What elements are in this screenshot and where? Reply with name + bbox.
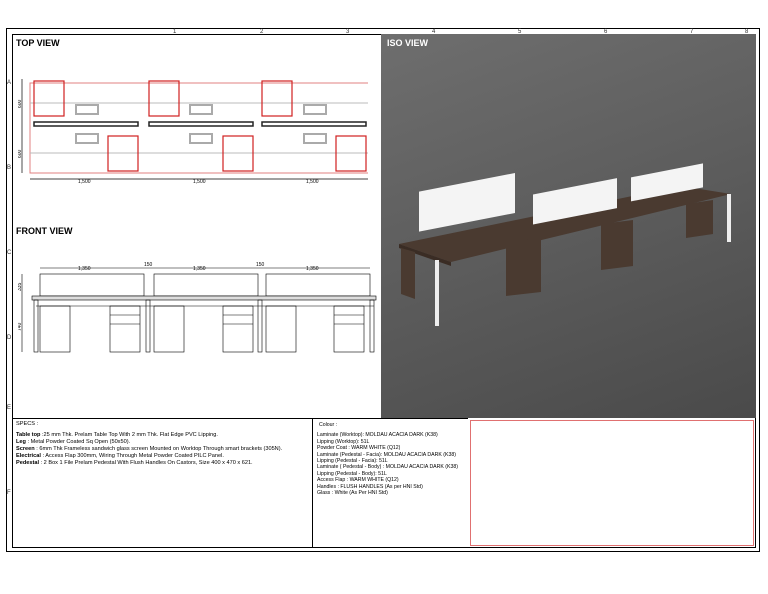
height-dim: 740 <box>18 322 23 331</box>
front-view-title: FRONT VIEW <box>16 226 73 236</box>
iso-view-panel: ISO VIEW <box>381 34 756 418</box>
spec-label: Pedestal <box>16 460 40 466</box>
iso-render <box>399 163 731 326</box>
row-label: B <box>7 165 12 171</box>
front-dim: 1,350 <box>306 266 319 272</box>
depth-dim: 600 <box>18 149 23 158</box>
colour-line: Laminate ( Pedestal - Body) : MOLDAU ACA… <box>317 464 458 471</box>
top-dim: 1,500 <box>78 179 91 185</box>
col-label: 1 <box>173 29 177 35</box>
spec-text: : 2 Box 1 File Prelam Pedestal With Flus… <box>39 460 253 466</box>
spec-label: Leg <box>16 439 26 445</box>
col-label: 2 <box>260 29 264 35</box>
top-dim: 1,500 <box>193 179 206 185</box>
colour-section: Colour : Laminate (Worktop): MOLDAU ACAC… <box>312 418 468 548</box>
spec-line: Screen : 6mm Thk Frameless sandwich glas… <box>16 446 306 453</box>
specs-section: SPECS : Table top :25 mm Thk. Prelam Tab… <box>12 418 312 549</box>
spec-text: :25 mm Thk. Prelam Table Top With 2 mm T… <box>40 432 218 438</box>
row-label: F <box>7 490 11 496</box>
spec-label: Screen <box>16 446 35 452</box>
colour-line: Glass : White (As Per HNI Std) <box>317 490 388 497</box>
front-view-drawing: 1,350 150 1,350 150 1,350 335 740 <box>18 262 377 353</box>
spec-text: : 6mm Thk Frameless sandwich glass scree… <box>34 446 283 452</box>
row-label: E <box>7 405 12 411</box>
colour-heading: Colour : <box>319 422 338 428</box>
spec-text: : Metal Powder Coated Sq Open (50x50). <box>25 439 131 445</box>
top-dim: 1,500 <box>306 179 319 185</box>
title-block <box>470 420 754 546</box>
row-label: C <box>7 250 12 256</box>
spec-line: Leg : Metal Powder Coated Sq Open (50x50… <box>16 439 306 446</box>
front-dim: 150 <box>256 262 265 268</box>
spec-text: : Access Flap 300mm, Wiring Through Meta… <box>40 453 224 459</box>
spec-line: Pedestal : 2 Box 1 File Prelam Pedestal … <box>16 460 306 467</box>
spec-line: Table top :25 mm Thk. Prelam Table Top W… <box>16 432 306 439</box>
spec-line: Electrical : Access Flap 300mm, Wiring T… <box>16 453 306 460</box>
front-dim: 1,350 <box>193 266 206 272</box>
col-label: 3 <box>346 29 350 35</box>
spec-label: Table top <box>16 432 41 438</box>
front-dim: 1,350 <box>78 266 91 272</box>
height-dim: 335 <box>18 282 23 291</box>
depth-dim: 600 <box>18 99 23 108</box>
row-label: A <box>7 80 12 86</box>
spec-label: Electrical <box>16 453 41 459</box>
top-view-drawing: 1,500 1,500 1,500 600 600 <box>18 79 368 185</box>
top-view-title: TOP VIEW <box>16 38 60 48</box>
front-dim: 150 <box>144 262 153 268</box>
specs-heading: SPECS : <box>16 421 39 427</box>
row-label: D <box>7 335 12 341</box>
